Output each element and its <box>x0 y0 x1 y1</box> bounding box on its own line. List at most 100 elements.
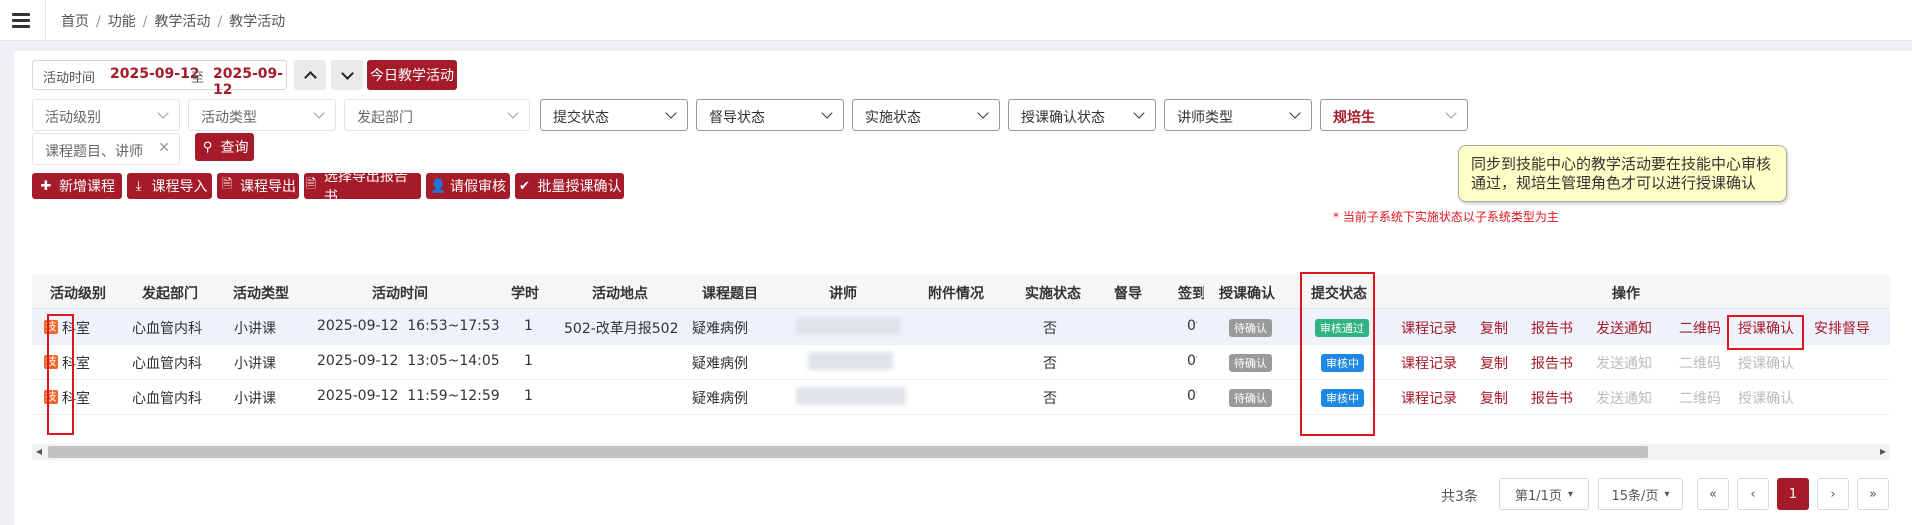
export-course-button[interactable]: 🗎 课程导出 <box>217 173 299 199</box>
scroll-right-icon[interactable]: ▸ <box>1880 444 1886 458</box>
menu-icon[interactable] <box>8 8 36 32</box>
col-supervise[interactable]: 督导 <box>1114 283 1142 303</box>
search-input[interactable]: 课程题目、讲师 ✕ <box>32 133 180 165</box>
cell-type: 小讲课 <box>234 391 276 407</box>
col-operations: 操作 <box>1612 286 1640 302</box>
action-copy[interactable]: 复制 <box>1480 353 1508 373</box>
date-label: 活动时间 <box>43 71 96 86</box>
add-course-button[interactable]: ✚ 新增课程 <box>32 173 122 199</box>
col-dept[interactable]: 发起部门 <box>142 283 198 303</box>
chevron-down-icon: ▾ <box>1567 488 1573 500</box>
page-select[interactable]: 第1/1页 ▾ <box>1499 478 1589 510</box>
horizontal-scrollbar[interactable]: ◂ ▸ <box>32 444 1890 460</box>
select-label: 活动类型 <box>201 110 257 126</box>
col-confirm[interactable]: 授课确认 <box>1219 283 1275 303</box>
cell-impl: 否 <box>1043 356 1057 372</box>
select-confirm-status[interactable]: 授课确认状态 <box>1008 99 1156 131</box>
scrollbar-thumb[interactable] <box>48 446 1648 458</box>
select-activity-type[interactable]: 活动类型 <box>188 99 336 131</box>
col-type[interactable]: 活动类型 <box>233 283 289 303</box>
col-hours[interactable]: 学时 <box>511 283 539 303</box>
action-report[interactable]: 报告书 <box>1531 353 1573 373</box>
next-page-button[interactable]: › <box>1817 478 1849 510</box>
query-button[interactable]: ⚲ 查询 <box>195 133 254 161</box>
col-impl[interactable]: 实施状态 <box>1025 283 1081 303</box>
action-send-notice: 发送通知 <box>1596 391 1652 407</box>
action-course-record[interactable]: 课程记录 <box>1401 353 1457 373</box>
notice-text: * 当前子系统下实施状态以子系统类型为主 <box>1333 210 1559 224</box>
select-submit-status[interactable]: 提交状态 <box>540 99 688 131</box>
select-impl-status[interactable]: 实施状态 <box>852 99 1000 131</box>
col-signin[interactable]: 签到 <box>1178 283 1204 303</box>
col-attachment[interactable]: 附件情况 <box>928 283 984 303</box>
table-row[interactable]: 技 科室 心血管内科 小讲课 2025-09-12 11:59~12:59 1 … <box>32 379 1890 415</box>
check-icon: ✔ <box>519 178 530 194</box>
action-copy[interactable]: 复制 <box>1480 318 1508 338</box>
col-lecturer[interactable]: 讲师 <box>829 283 857 303</box>
query-label: 查询 <box>220 140 249 156</box>
breadcrumb-home[interactable]: 首页 <box>61 14 89 30</box>
col-level[interactable]: 活动级别 <box>50 283 106 303</box>
select-department[interactable]: 发起部门 <box>344 99 530 131</box>
action-report[interactable]: 报告书 <box>1531 318 1573 338</box>
select-label: 活动级别 <box>45 110 101 126</box>
select-lecturer-type[interactable]: 讲师类型 <box>1164 99 1312 131</box>
chevron-down-icon <box>313 107 325 119</box>
cell-topic: 疑难病例 <box>692 321 748 337</box>
chevron-down-icon <box>665 107 677 119</box>
today-activities-button[interactable]: 今日教学活动 <box>367 60 457 90</box>
prev-page-button[interactable]: ‹ <box>1737 478 1769 510</box>
cell-signin: 0% <box>1187 353 1197 369</box>
last-page-button[interactable]: » <box>1857 478 1889 510</box>
action-send-notice[interactable]: 发送通知 <box>1596 318 1652 338</box>
action-report[interactable]: 报告书 <box>1531 388 1573 408</box>
cell-dept: 心血管内科 <box>132 321 202 337</box>
today-button-label: 今日教学活动 <box>370 68 454 84</box>
prev-icon: ‹ <box>1750 486 1756 502</box>
first-page-button[interactable]: « <box>1697 478 1729 510</box>
action-send-notice: 发送通知 <box>1596 356 1652 372</box>
download-icon: ⤓ <box>135 178 142 194</box>
date-to[interactable]: 2025-09-12 <box>213 66 286 98</box>
chevron-down-icon <box>157 107 169 119</box>
page-1-button[interactable]: 1 <box>1777 478 1809 510</box>
action-course-record[interactable]: 课程记录 <box>1401 388 1457 408</box>
select-supervision-status[interactable]: 督导状态 <box>696 99 844 131</box>
table-row[interactable]: 技 科室 心血管内科 小讲课 2025-09-12 13:05~14:05 1 … <box>32 344 1890 380</box>
leave-review-button[interactable]: 👤 请假审核 <box>426 173 510 199</box>
cell-dept: 心血管内科 <box>132 391 202 407</box>
chevron-down-icon <box>507 107 519 119</box>
cell-signin: 0% <box>1187 318 1197 334</box>
col-topic[interactable]: 课程题目 <box>702 283 758 303</box>
action-copy[interactable]: 复制 <box>1480 388 1508 408</box>
table-row[interactable]: 技 科室 心血管内科 小讲课 2025-09-12 16:53~17:53 1 … <box>32 309 1890 345</box>
batch-confirm-button[interactable]: ✔ 批量授课确认 <box>515 173 624 199</box>
action-course-record[interactable]: 课程记录 <box>1401 318 1457 338</box>
cell-hours: 1 <box>524 353 533 369</box>
select-activity-level[interactable]: 活动级别 <box>32 99 180 131</box>
breadcrumb-function[interactable]: 功能 <box>108 14 136 30</box>
action-qrcode[interactable]: 二维码 <box>1679 318 1721 338</box>
page-size-select[interactable]: 15条/页 ▾ <box>1598 478 1683 510</box>
date-from[interactable]: 2025-09-12 <box>110 66 200 82</box>
action-supervise[interactable]: 安排督导 <box>1814 318 1870 338</box>
cell-place: 502-改革月报502 <box>564 321 679 337</box>
cell-dept: 心血管内科 <box>132 356 202 372</box>
lecturer-redacted <box>808 352 893 370</box>
cell-type: 小讲课 <box>234 321 276 337</box>
import-course-button[interactable]: ⤓ 课程导入 <box>127 173 212 199</box>
date-range-picker[interactable]: 活动时间 2025-09-12 至 2025-09-12 <box>32 60 287 98</box>
export-report-button[interactable]: 🗎 选择导出报告书 <box>304 169 421 205</box>
file-export-icon: 🗎 <box>221 177 233 192</box>
cell-time: 2025-09-12 16:53~17:53 <box>317 318 500 334</box>
prev-day-button[interactable] <box>294 60 326 90</box>
search-icon: ⚲ <box>202 139 213 155</box>
select-trainee-role[interactable]: 规培生 <box>1320 99 1468 131</box>
col-place[interactable]: 活动地点 <box>592 283 648 303</box>
scroll-left-icon[interactable]: ◂ <box>36 444 42 458</box>
cell-hours: 1 <box>524 388 533 404</box>
col-time[interactable]: 活动时间 <box>372 283 428 303</box>
breadcrumb-teaching[interactable]: 教学活动 <box>154 14 210 30</box>
next-day-button[interactable] <box>331 60 363 90</box>
clear-icon[interactable]: ✕ <box>158 140 170 156</box>
